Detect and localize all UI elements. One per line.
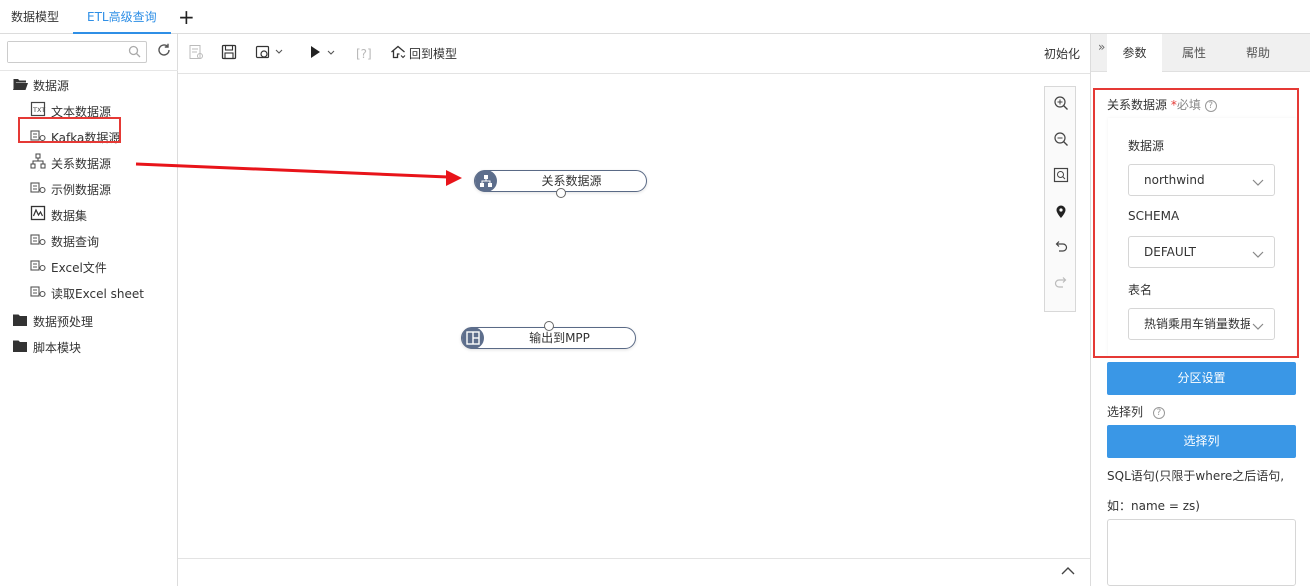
fit-view-icon[interactable]	[1053, 167, 1069, 183]
tab-help[interactable]: 帮助	[1226, 34, 1290, 72]
node-label: 关系数据源	[541, 174, 602, 188]
zoom-in-icon[interactable]	[1053, 95, 1069, 111]
tab-properties[interactable]: 属性	[1162, 34, 1226, 72]
redo-icon[interactable]	[1053, 275, 1069, 291]
output-icon	[462, 327, 484, 349]
undo-icon[interactable]	[1053, 239, 1069, 255]
sql-label-line2: 如：name = zs)	[1107, 499, 1200, 513]
locate-icon[interactable]	[1053, 203, 1069, 219]
canvas-tools	[1044, 86, 1076, 312]
select-columns-label: 选择列 ?	[1107, 403, 1165, 420]
bottom-panel-bar	[178, 558, 1090, 586]
partition-settings-button[interactable]: 分区设置	[1107, 362, 1296, 395]
panel-tabs: » 参数 属性 帮助	[1091, 34, 1310, 72]
relational-icon	[475, 170, 497, 192]
node-label: 输出到MPP	[529, 331, 590, 345]
sql-label-line1: SQL语句(只限于where之后语句,	[1107, 469, 1285, 483]
chevron-up-icon[interactable]	[1060, 565, 1076, 580]
sql-textarea[interactable]	[1107, 519, 1296, 586]
help-circle-icon[interactable]: ?	[1152, 406, 1165, 419]
expand-icon[interactable]: »	[1098, 40, 1105, 54]
tab-params[interactable]: 参数	[1107, 34, 1162, 72]
select-columns-button[interactable]: 选择列	[1107, 425, 1296, 458]
highlight-annotation	[1093, 88, 1299, 358]
zoom-out-icon[interactable]	[1053, 131, 1069, 147]
input-port[interactable]	[544, 321, 554, 331]
output-port[interactable]	[556, 188, 566, 198]
select-columns-text: 选择列	[1107, 405, 1144, 419]
